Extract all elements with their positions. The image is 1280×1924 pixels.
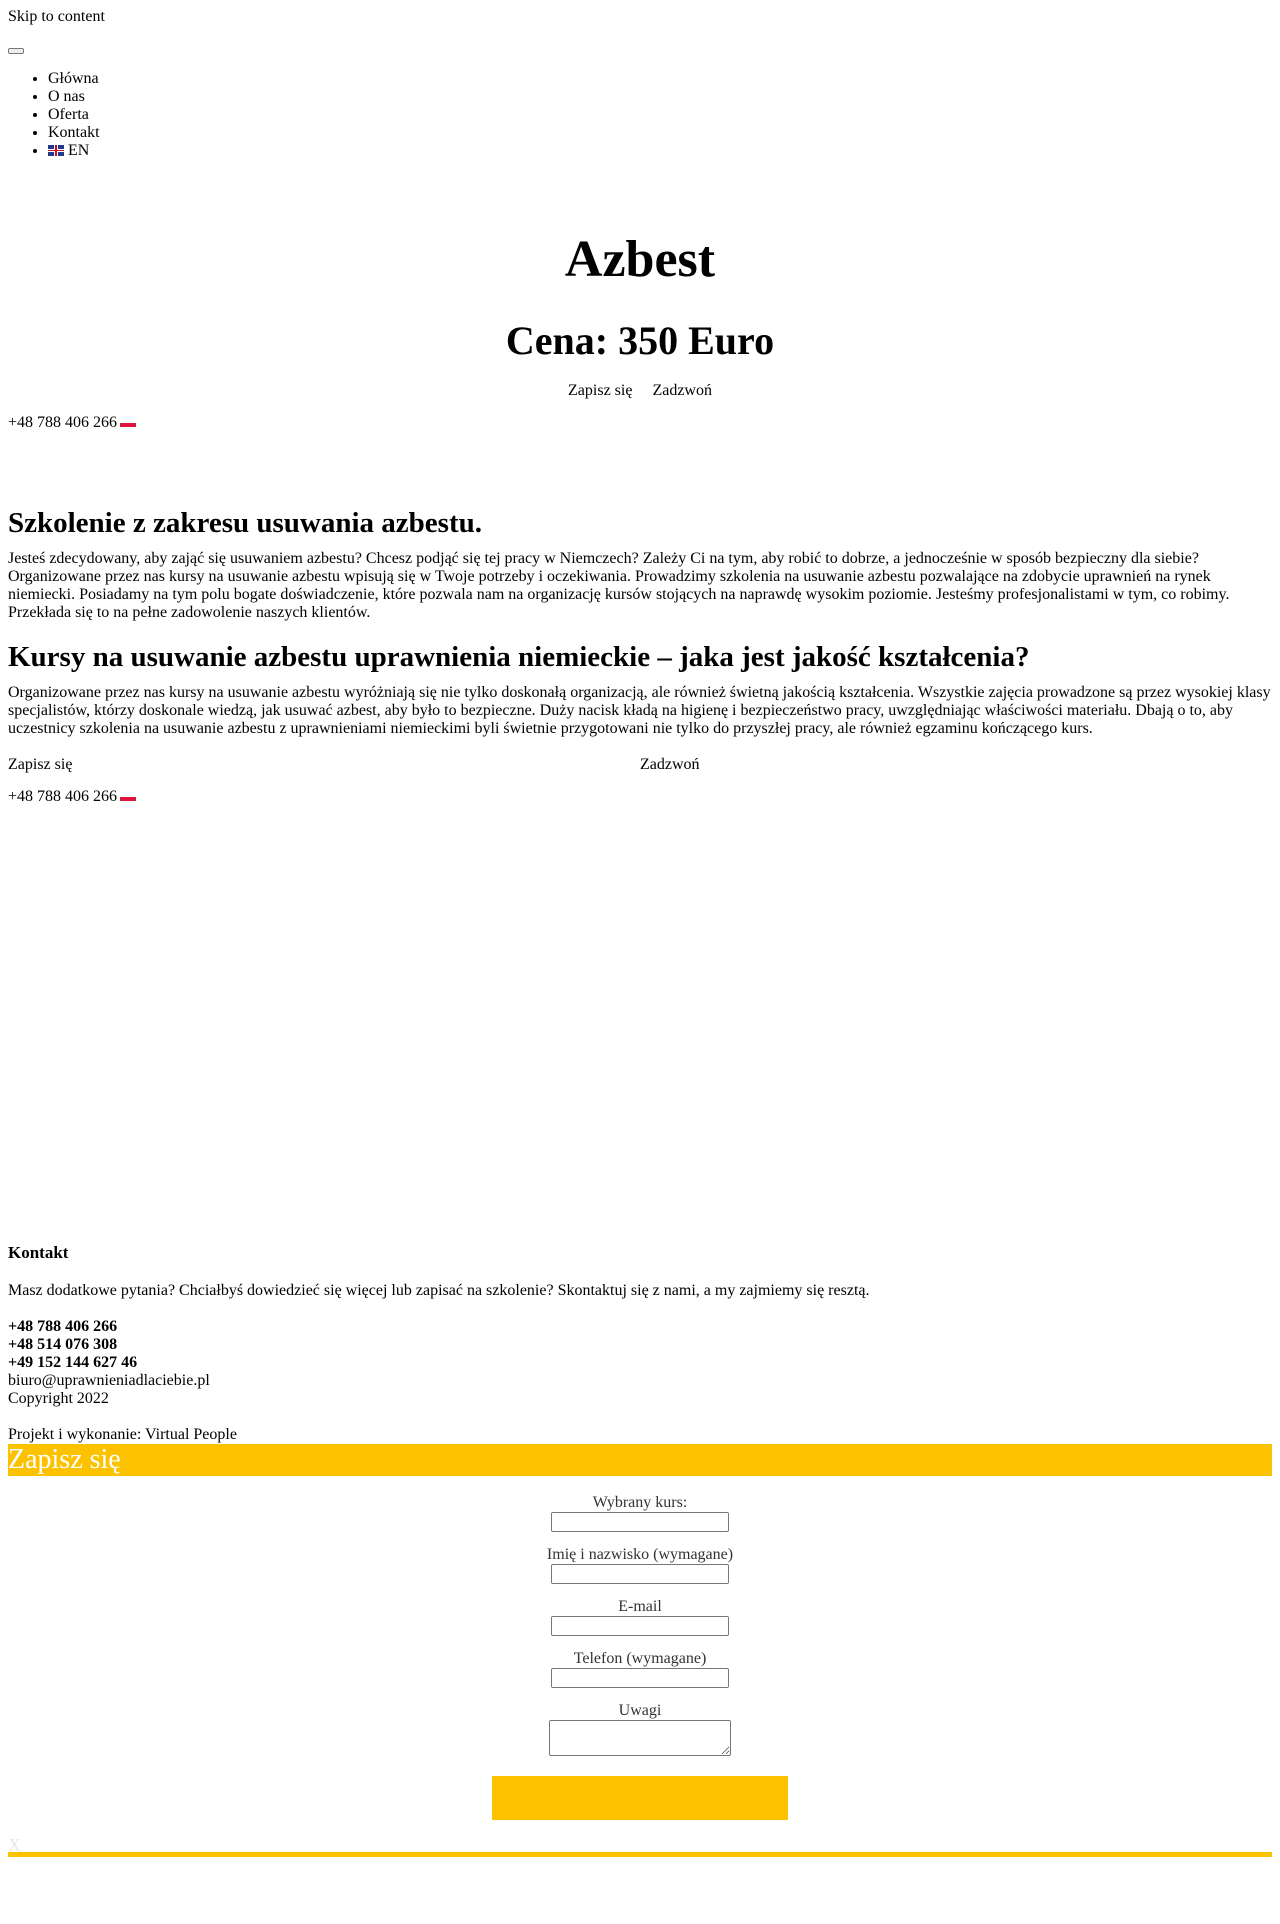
section-cta-row: Zapisz się Zadzwoń — [8, 756, 1272, 774]
email-field-label: E-mail — [618, 1598, 662, 1615]
contact-phone-3: +49 152 144 627 46 — [8, 1354, 138, 1371]
nav-link-offer[interactable]: Oferta — [48, 106, 89, 123]
contact-phones: +48 788 406 266 +48 514 076 308 +49 152 … — [8, 1318, 1272, 1372]
hero-buttons: Zapisz się Zadzwoń — [8, 382, 1272, 400]
contact-phone-1: +48 788 406 266 — [8, 1318, 118, 1335]
submit-button[interactable] — [492, 1776, 788, 1820]
name-field-label: Imię i nazwisko (wymagane) — [546, 1546, 734, 1563]
section-call-button[interactable]: Zadzwoń — [640, 756, 1272, 774]
course-input[interactable] — [551, 1512, 729, 1532]
credits: Projekt i wykonanie: Virtual People — [8, 1426, 1272, 1444]
contact-phone-2: +48 514 076 308 — [8, 1336, 118, 1353]
language-switch-link[interactable]: EN — [48, 142, 89, 159]
language-label: EN — [68, 142, 90, 159]
section-signup-button[interactable]: Zapisz się — [8, 756, 640, 774]
footer: Kontakt Masz dodatkowe pytania? Chciałby… — [8, 1244, 1272, 1444]
name-input[interactable] — [551, 1564, 729, 1584]
bottom-accent-bar — [8, 1852, 1272, 1857]
section-phone: +48 788 406 266 — [8, 788, 1272, 806]
main-navigation: Główna O nas Oferta Kontakt EN — [8, 70, 1272, 160]
poland-flag-icon — [120, 793, 137, 801]
nav-link-home[interactable]: Główna — [48, 70, 99, 87]
skip-to-content-link[interactable]: Skip to content — [8, 0, 1272, 26]
nav-link-contact[interactable]: Kontakt — [48, 124, 100, 141]
poland-flag-icon — [120, 419, 137, 427]
page-title: Azbest — [564, 231, 716, 288]
page: Skip to content Główna O nas Oferta Kont… — [0, 0, 1280, 1857]
hero-section: Azbest Cena: 350 Euro Zapisz się Zadzwoń — [8, 230, 1272, 400]
phone-input[interactable] — [551, 1668, 729, 1688]
price-heading: Cena: 350 Euro — [505, 318, 775, 363]
course-field-label: Wybrany kurs: — [592, 1494, 688, 1511]
nav-item-language: EN — [48, 142, 1272, 160]
section1-heading: Szkolenie z zakresu usuwania azbestu. — [8, 507, 482, 539]
section2-body: Organizowane przez nas kursy na usuwanie… — [8, 684, 1271, 737]
section1-body: Jesteś zdecydowany, aby zająć się usuwan… — [8, 550, 1230, 621]
section2-heading: Kursy na usuwanie azbestu uprawnienia ni… — [8, 641, 1030, 673]
hero-phone-link[interactable]: +48 788 406 266 — [8, 414, 117, 431]
uk-flag-icon — [48, 145, 64, 156]
email-input[interactable] — [551, 1616, 729, 1636]
credits-link[interactable]: Projekt i wykonanie: Virtual People — [8, 1426, 237, 1443]
hero-phone: +48 788 406 266 — [8, 414, 1272, 432]
phone-field-label: Telefon (wymagane) — [573, 1650, 707, 1667]
nav-item-contact: Kontakt — [48, 124, 1272, 142]
section-phone-link[interactable]: +48 788 406 266 — [8, 788, 117, 805]
nav-item-about: O nas — [48, 88, 1272, 106]
contact-email-link[interactable]: biuro@uprawnieniadlaciebie.pl — [8, 1372, 1272, 1390]
contact-heading: Kontakt — [8, 1243, 69, 1262]
notes-field-label: Uwagi — [618, 1702, 662, 1719]
training-section: Szkolenie z zakresu usuwania azbestu. Je… — [8, 506, 1272, 806]
nav-link-about[interactable]: O nas — [48, 88, 85, 105]
contact-text: Masz dodatkowe pytania? Chciałbyś dowied… — [8, 1282, 870, 1299]
nav-item-home: Główna — [48, 70, 1272, 88]
notes-textarea[interactable] — [549, 1720, 731, 1756]
signup-form-fields: Wybrany kurs: Imię i nazwisko (wymagane)… — [8, 1476, 1272, 1820]
signup-form: Zapisz się Wybrany kurs: Imię i nazwisko… — [8, 1444, 1272, 1857]
copyright: Copyright 2022 — [8, 1390, 109, 1407]
hero-signup-button[interactable]: Zapisz się — [568, 382, 632, 399]
nav-item-offer: Oferta — [48, 106, 1272, 124]
hero-call-button[interactable]: Zadzwoń — [652, 382, 712, 399]
menu-toggle-button[interactable] — [8, 48, 24, 54]
signup-form-title: Zapisz się — [8, 1444, 1272, 1476]
